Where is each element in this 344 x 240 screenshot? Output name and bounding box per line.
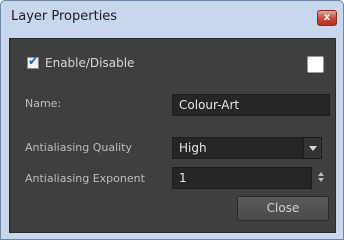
spin-up-icon[interactable] [318,172,324,176]
close-icon: x [323,12,331,23]
enable-label[interactable]: Enable/Disable [45,55,134,71]
antialiasing-exponent-field[interactable]: 1 [172,167,312,189]
window-title: Layer Properties [11,9,118,24]
name-label: Name: [25,97,62,110]
dialog-content: ✔ Enable/Disable Name: Colour-Art Antial… [9,38,336,233]
antialiasing-quality-select[interactable]: High [172,137,304,159]
antialiasing-exponent-label: Antialiasing Exponent [25,172,145,185]
spin-down-icon[interactable] [318,178,324,182]
name-field[interactable]: Colour-Art [172,94,330,116]
window-close-button[interactable]: x [317,10,337,26]
checkmark-icon: ✔ [28,54,39,68]
layer-properties-dialog: Layer Properties x ✔ Enable/Disable Name… [0,0,344,240]
antialiasing-quality-dropdown-button[interactable] [303,137,322,159]
close-button[interactable]: Close [237,196,329,221]
color-swatch[interactable] [307,56,324,73]
enable-checkbox[interactable]: ✔ [27,54,39,69]
chevron-down-icon [309,146,317,151]
antialiasing-quality-label: Antialiasing Quality [25,141,133,154]
exponent-spinner[interactable] [317,169,325,185]
